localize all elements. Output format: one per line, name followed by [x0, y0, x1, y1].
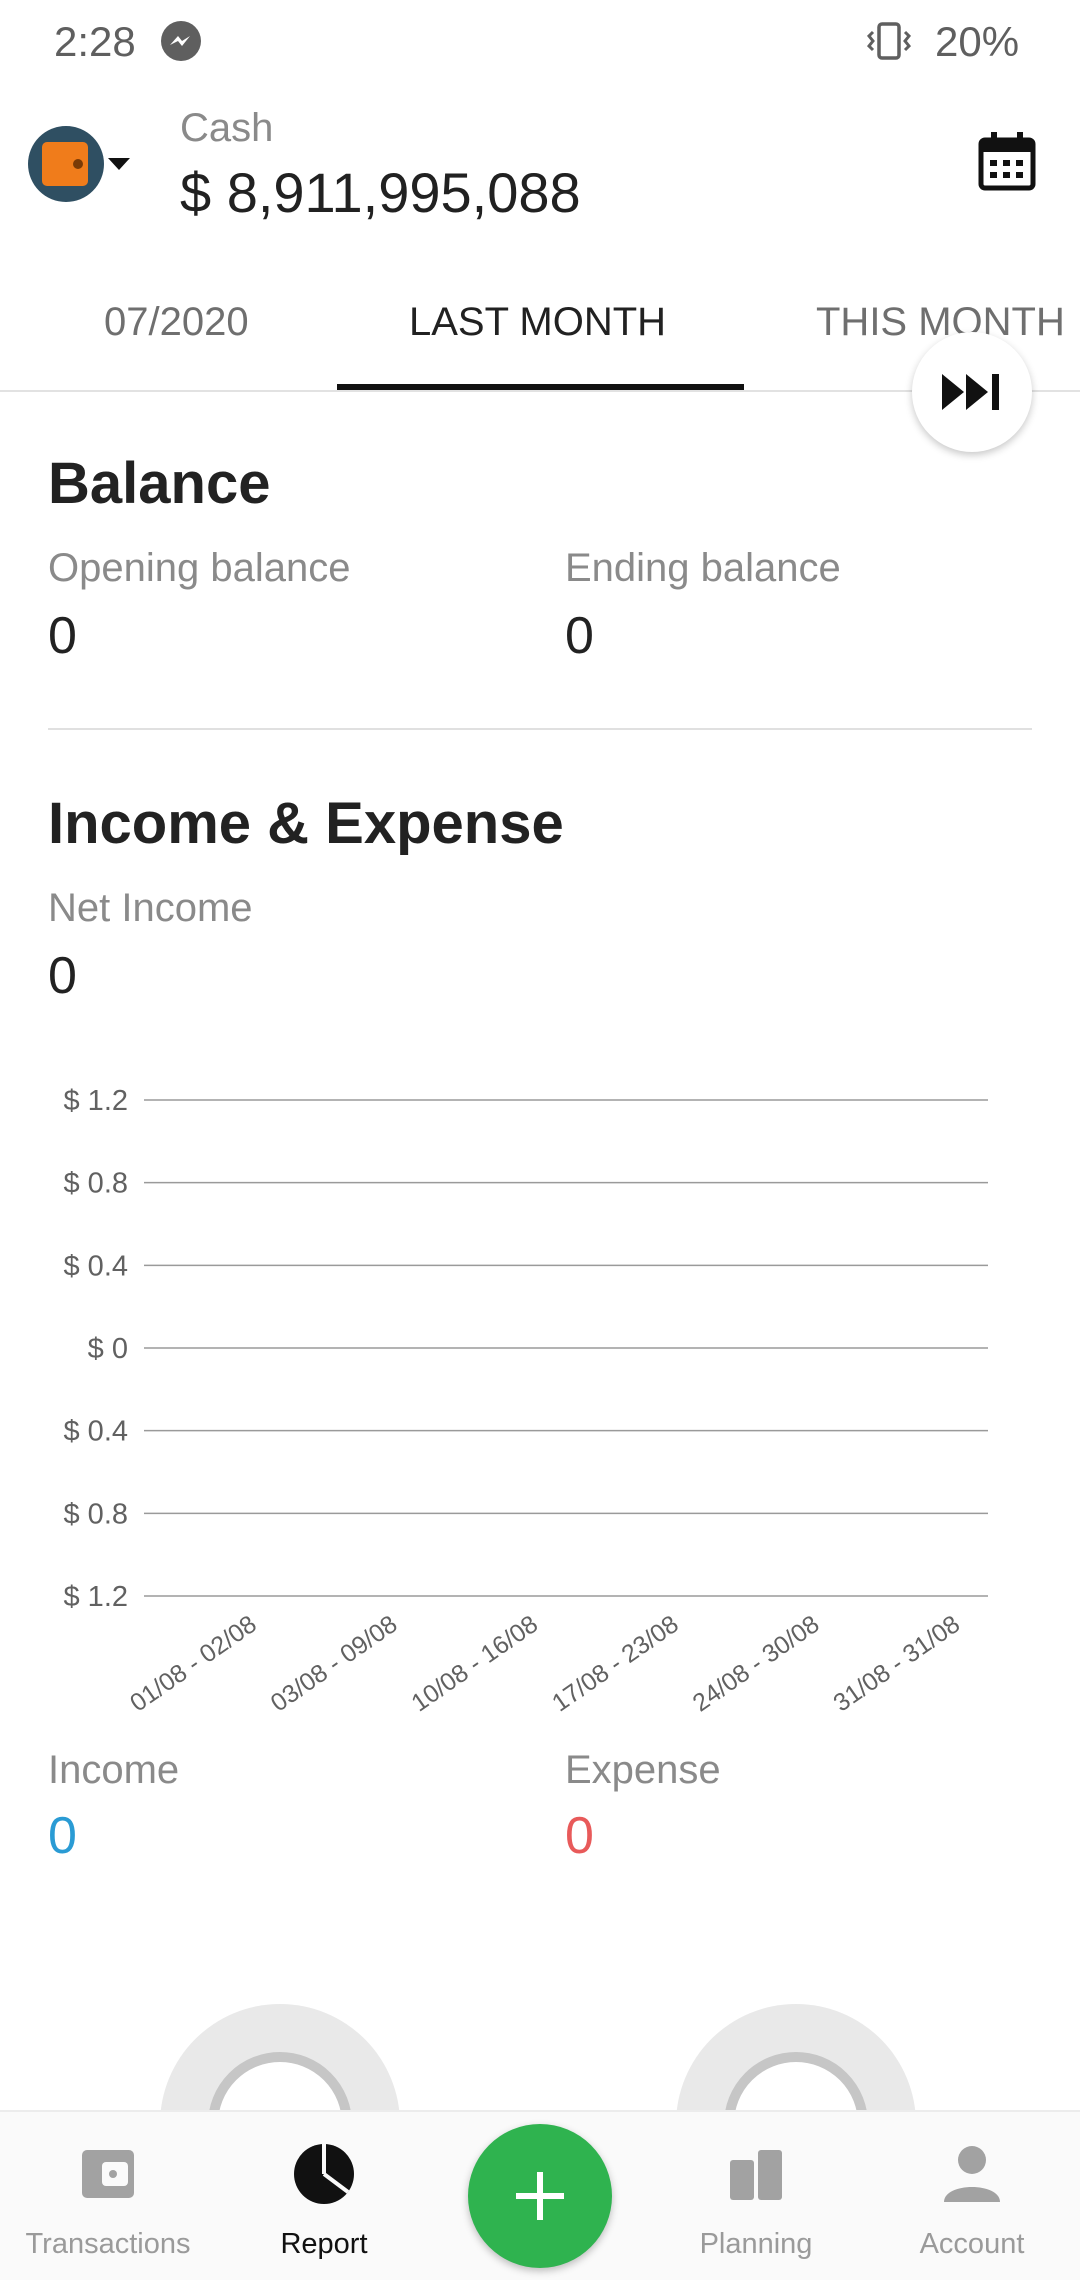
tab-last-month[interactable]: LAST MONTH — [409, 300, 666, 345]
x-tick-label: 31/08 - 31/08 — [828, 1610, 965, 1717]
expense-label: Expense — [565, 1748, 721, 1792]
nav-label-planning: Planning — [699, 2228, 813, 2260]
section-divider — [48, 728, 1032, 730]
x-tick-label: 17/08 - 23/08 — [547, 1610, 684, 1717]
y-tick-label: $ 1.2 — [64, 1085, 129, 1117]
battery-level: 20% — [935, 18, 1020, 65]
income-expense-chart: $ 1.2$ 0.8$ 0.4$ 0$ 0.4$ 0.8$ 1.201/08 -… — [64, 1085, 988, 1717]
y-tick-label: $ 0.8 — [64, 1168, 129, 1200]
y-tick-label: $ 0.4 — [64, 1250, 129, 1282]
nav-report[interactable]: Report — [216, 2112, 432, 2280]
balance-title: Balance — [48, 451, 271, 516]
vibrate-icon — [866, 22, 912, 60]
income-label: Income — [48, 1748, 180, 1792]
opening-balance-label: Opening balance — [48, 546, 351, 590]
account-name: Cash — [180, 106, 274, 150]
x-tick-label: 03/08 - 09/08 — [266, 1610, 403, 1717]
y-tick-label: $ 0 — [88, 1333, 128, 1365]
income-value: 0 — [48, 1807, 77, 1865]
nav-planning[interactable]: Planning — [648, 2112, 864, 2280]
nav-transactions[interactable]: Transactions — [0, 2112, 216, 2280]
tab-this-month[interactable]: THIS MONTH — [816, 300, 1065, 345]
net-income-label: Net Income — [48, 886, 253, 930]
income-expense-title: Income & Expense — [48, 791, 564, 856]
calendar-icon[interactable] — [978, 130, 1036, 192]
status-bar: 2:28 20% — [0, 0, 1080, 80]
tab-indicator — [337, 384, 744, 390]
ending-balance-label: Ending balance — [565, 546, 841, 590]
ending-balance-value: 0 — [565, 607, 594, 665]
pie-chart-icon — [294, 2144, 354, 2204]
nav-label-account: Account — [919, 2228, 1025, 2260]
nav-account[interactable]: Account — [864, 2112, 1080, 2280]
y-tick-label: $ 0.4 — [64, 1416, 129, 1448]
wallet-avatar[interactable] — [28, 126, 104, 202]
skip-to-end-button[interactable] — [912, 332, 1032, 452]
opening-balance-value: 0 — [48, 607, 77, 665]
x-tick-label: 01/08 - 02/08 — [125, 1610, 262, 1717]
skip-next-icon — [942, 374, 999, 410]
status-time: 2:28 — [54, 18, 136, 65]
person-icon — [944, 2146, 1000, 2202]
account-balance: $ 8,911,995,088 — [180, 161, 581, 224]
tab-07-2020[interactable]: 07/2020 — [104, 300, 249, 345]
plus-icon — [516, 2172, 564, 2220]
net-income-value: 0 — [48, 947, 77, 1005]
y-tick-label: $ 1.2 — [64, 1581, 129, 1613]
wallet-icon — [42, 142, 88, 186]
add-transaction-button[interactable] — [468, 2124, 612, 2268]
x-tick-label: 24/08 - 30/08 — [688, 1610, 825, 1717]
planning-icon — [730, 2150, 782, 2200]
expense-value: 0 — [565, 1807, 594, 1865]
nav-label-report: Report — [280, 2228, 368, 2260]
wallet-icon — [82, 2150, 134, 2198]
caret-down-icon[interactable] — [108, 158, 130, 170]
y-tick-label: $ 0.8 — [64, 1498, 129, 1530]
x-tick-label: 10/08 - 16/08 — [406, 1610, 543, 1717]
nav-label-transactions: Transactions — [25, 2228, 191, 2260]
messenger-icon — [161, 21, 201, 61]
